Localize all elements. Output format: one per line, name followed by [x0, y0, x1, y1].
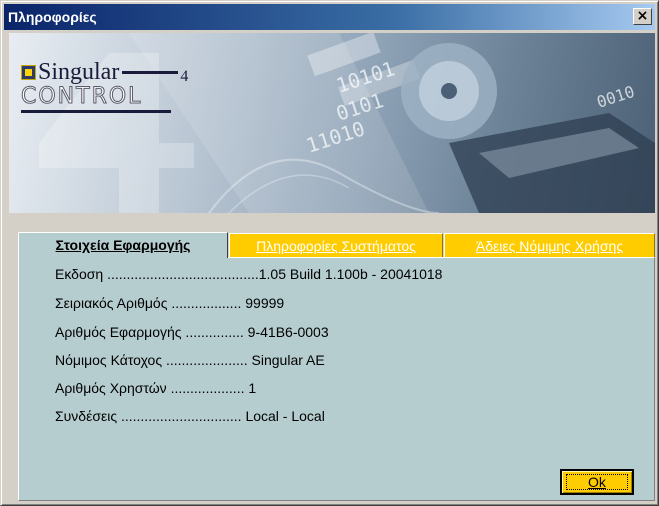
owner-row: Νόμιμος Κάτοχος ..................... Si…	[55, 352, 325, 368]
title-bar[interactable]: Πληροφορίες ×	[4, 4, 655, 30]
banner-digits-4: 0010	[594, 82, 637, 112]
window-title: Πληροφορίες	[8, 9, 97, 25]
ok-button[interactable]: Ok	[560, 469, 634, 495]
application-number-row: Αριθμός Εφαρμογής ............... 9-41B6…	[55, 324, 329, 340]
singular-control-logo: Singular 4 CONTROL	[21, 59, 221, 113]
version-row: Εκδοση .................................…	[55, 266, 443, 282]
tab-system-info[interactable]: Πληροφορίες Συστήματος	[229, 233, 443, 257]
tab-license[interactable]: Άδειες Νόμιμης Χρήσης	[444, 233, 655, 257]
users-row: Αριθμός Χρηστών ................... 1	[55, 380, 257, 396]
logo-singular-text: Singular	[38, 59, 120, 85]
tab-application-info[interactable]: Στοιχεία Εφαρμογής	[18, 232, 228, 258]
close-icon: ×	[636, 8, 649, 24]
about-dialog: Πληροφορίες × 10101 0101 11010 0010 Sing…	[0, 0, 659, 506]
product-banner: 10101 0101 11010 0010 Singular 4 CONTROL	[9, 33, 655, 213]
close-button[interactable]: ×	[633, 8, 652, 25]
logo-control-text: CONTROL	[21, 84, 143, 110]
serial-number-row: Σειριακός Αριθμός .................. 999…	[55, 295, 285, 311]
logo-version: 4	[180, 67, 189, 85]
tab-panel: Εκδοση .................................…	[18, 257, 655, 501]
logo-mark-icon	[21, 65, 36, 80]
connections-row: Συνδέσεις ..............................…	[55, 408, 325, 424]
